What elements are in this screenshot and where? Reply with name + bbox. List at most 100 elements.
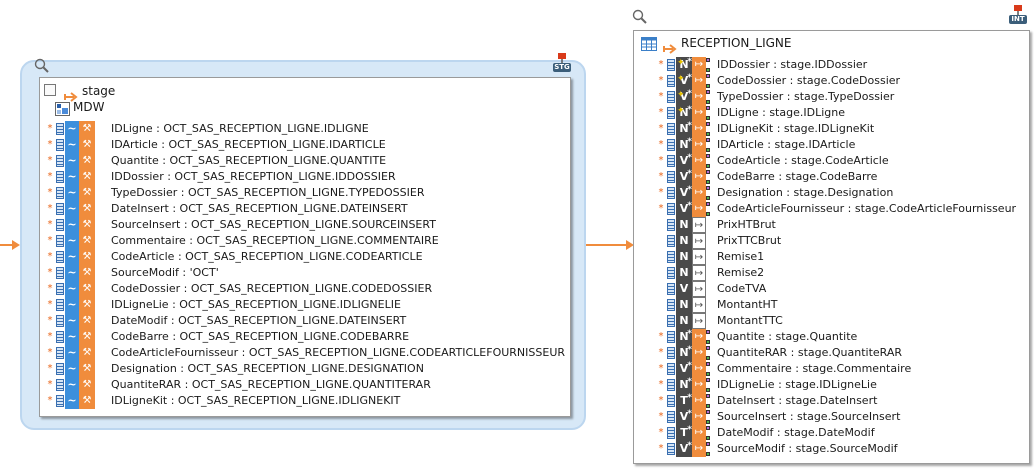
mapping-arrow-icon[interactable]: ↦ [692, 153, 706, 169]
reception-column-row[interactable]: N ↦ Remise1 [657, 249, 764, 265]
stage-column-row[interactable]: * ~ ⚒ Commentaire : OCT_SAS_RECEPTION_LIGNE… [46, 233, 439, 249]
mapping-arrow-icon[interactable]: ↦ [692, 185, 706, 201]
reception-column-row[interactable]: * V * ↦ SourceInsert : stage.SourceInsert [657, 409, 900, 425]
mapping-arrow-icon[interactable]: ↦ [692, 425, 706, 441]
mapping-arrow-icon[interactable]: ↦ [692, 377, 706, 393]
mapping-arrow-icon[interactable]: ↦ [692, 217, 706, 233]
reception-column-row[interactable]: * V ✦ * ↦ TypeDossier : stage.TypeDossier [657, 89, 894, 105]
reception-column-row[interactable]: * V * ↦ SourceModif : stage.SourceModif [657, 441, 898, 457]
stage-column-row[interactable]: * ~ ⚒ TypeDossier : OCT_SAS_RECEPTION_LIGNE… [46, 185, 424, 201]
mapping-arrow-icon[interactable]: ↦ [692, 137, 706, 153]
tilde-icon[interactable]: ~ [65, 265, 79, 281]
stage-column-row[interactable]: * ~ ⚒ DateModif : OCT_SAS_RECEPTION_LIGNE.D… [46, 313, 406, 329]
mapping-arrow-icon[interactable]: ↦ [692, 169, 706, 185]
wrench-icon[interactable]: ⚒ [79, 377, 95, 393]
reception-column-row[interactable]: * V * ↦ Commentaire : stage.Commentaire [657, 361, 911, 377]
mapping-arrow-icon[interactable]: ↦ [692, 121, 706, 137]
reception-column-row[interactable]: * V * ↦ Designation : stage.Designation [657, 185, 893, 201]
wrench-icon[interactable]: ⚒ [79, 121, 95, 137]
tilde-icon[interactable]: ~ [65, 169, 79, 185]
reception-column-row[interactable]: * N ✦ * ↦ IDLigne : stage.IDLigne [657, 105, 845, 121]
reception-column-row[interactable]: N ↦ MontantTTC [657, 313, 783, 329]
stage-column-row[interactable]: * ~ ⚒ CodeDossier : OCT_SAS_RECEPTION_LIGNE… [46, 281, 432, 297]
wrench-icon[interactable]: ⚒ [79, 153, 95, 169]
tilde-icon[interactable]: ~ [65, 217, 79, 233]
magnifier-icon[interactable] [632, 9, 648, 29]
tilde-icon[interactable]: ~ [65, 153, 79, 169]
mapping-arrow-icon[interactable]: ↦ [692, 281, 706, 297]
magnifier-icon[interactable] [34, 58, 50, 78]
wrench-icon[interactable]: ⚒ [79, 361, 95, 377]
tilde-icon[interactable]: ~ [65, 329, 79, 345]
tilde-icon[interactable]: ~ [65, 233, 79, 249]
tilde-icon[interactable]: ~ [65, 121, 79, 137]
stage-column-row[interactable]: * ~ ⚒ IDLigneLie : OCT_SAS_RECEPTION_LIGNE.… [46, 297, 401, 313]
mapping-arrow-icon[interactable]: ↦ [692, 329, 706, 345]
mapping-arrow-icon[interactable]: ↦ [692, 265, 706, 281]
wrench-icon[interactable]: ⚒ [79, 249, 95, 265]
reception-column-row[interactable]: * N * ↦ QuantiteRAR : stage.QuantiteRAR [657, 345, 902, 361]
mapping-arrow-icon[interactable]: ↦ [692, 57, 706, 73]
stage-column-row[interactable]: * ~ ⚒ IDLigneKit : OCT_SAS_RECEPTION_LIGNE.… [46, 393, 400, 409]
mapping-arrow-icon[interactable]: ↦ [692, 249, 706, 265]
stage-column-row[interactable]: * ~ ⚒ CodeBarre : OCT_SAS_RECEPTION_LIGNE.C… [46, 329, 409, 345]
stage-column-row[interactable]: * ~ ⚒ QuantiteRAR : OCT_SAS_RECEPTION_LIGNE… [46, 377, 431, 393]
mapping-arrow-icon[interactable]: ↦ [692, 105, 706, 121]
wrench-icon[interactable]: ⚒ [79, 313, 95, 329]
wrench-icon[interactable]: ⚒ [79, 185, 95, 201]
flag-icons [706, 329, 711, 345]
tilde-icon[interactable]: ~ [65, 393, 79, 409]
column-icon [666, 426, 676, 440]
tilde-icon[interactable]: ~ [65, 201, 79, 217]
reception-column-row[interactable]: * V * ↦ CodeArticleFournisseur : stage.CodeA… [657, 201, 1016, 217]
tilde-icon[interactable]: ~ [65, 345, 79, 361]
mapping-arrow-icon[interactable]: ↦ [692, 409, 706, 425]
tilde-icon[interactable]: ~ [65, 377, 79, 393]
mapping-arrow-icon[interactable]: ↦ [692, 297, 706, 313]
mapping-arrow-icon[interactable]: ↦ [692, 201, 706, 217]
stage-column-row[interactable]: * ~ ⚒ IDLigne : OCT_SAS_RECEPTION_LIGNE.IDL… [46, 121, 369, 137]
mapping-arrow-icon[interactable]: ↦ [692, 393, 706, 409]
mapping-arrow-icon[interactable]: ↦ [692, 345, 706, 361]
wrench-icon[interactable]: ⚒ [79, 265, 95, 281]
reception-column-row[interactable]: N ↦ Remise2 [657, 265, 764, 281]
reception-column-row[interactable]: V ↦ CodeTVA [657, 281, 766, 297]
wrench-icon[interactable]: ⚒ [79, 329, 95, 345]
wrench-icon[interactable]: ⚒ [79, 393, 95, 409]
wrench-icon[interactable]: ⚒ [79, 281, 95, 297]
wrench-icon[interactable]: ⚒ [79, 169, 95, 185]
stage-column-row[interactable]: * ~ ⚒ Quantite : OCT_SAS_RECEPTION_LIGNE.QU… [46, 153, 386, 169]
reception-column-row[interactable]: N ↦ PrixHTBrut [657, 217, 776, 233]
mapping-arrow-icon[interactable]: ↦ [692, 233, 706, 249]
wrench-icon[interactable]: ⚒ [79, 217, 95, 233]
tilde-icon[interactable]: ~ [65, 361, 79, 377]
wrench-icon[interactable]: ⚒ [79, 233, 95, 249]
wrench-icon[interactable]: ⚒ [79, 297, 95, 313]
mapping-arrow-icon[interactable]: ↦ [692, 361, 706, 377]
reception-column-row[interactable]: * V ✦ * ↦ CodeDossier : stage.CodeDossier [657, 73, 900, 89]
stage-column-row[interactable]: * ~ ⚒ CodeArticleFournisseur : OCT_SAS_RECE… [46, 345, 565, 361]
stage-column-row[interactable]: * ~ ⚒ IDArticle : OCT_SAS_RECEPTION_LIGNE.I… [46, 137, 386, 153]
mapping-arrow-icon[interactable]: ↦ [692, 313, 706, 329]
mapping-arrow-icon[interactable]: ↦ [692, 441, 706, 457]
stage-column-row[interactable]: * ~ ⚒ SourceInsert : OCT_SAS_RECEPTION_LIGN… [46, 217, 436, 233]
stage-column-row[interactable]: * ~ ⚒ DateInsert : OCT_SAS_RECEPTION_LIGNE.… [46, 201, 408, 217]
tilde-icon[interactable]: ~ [65, 249, 79, 265]
wrench-icon[interactable]: ⚒ [79, 345, 95, 361]
stage-column-row[interactable]: * ~ ⚒ IDDossier : OCT_SAS_RECEPTION_LIGNE.I… [46, 169, 396, 185]
tilde-icon[interactable]: ~ [65, 185, 79, 201]
reception-column-row[interactable]: N ↦ MontantHT [657, 297, 778, 313]
stage-column-row[interactable]: * ~ ⚒ Designation : OCT_SAS_RECEPTION_LIGNE… [46, 361, 424, 377]
tilde-icon[interactable]: ~ [65, 297, 79, 313]
mapping-arrow-icon[interactable]: ↦ [692, 89, 706, 105]
wrench-icon[interactable]: ⚒ [79, 137, 95, 153]
tilde-icon[interactable]: ~ [65, 281, 79, 297]
stage-column-row[interactable]: * ~ ⚒ CodeArticle : OCT_SAS_RECEPTION_LIGNE… [46, 249, 423, 265]
tilde-icon[interactable]: ~ [65, 313, 79, 329]
column-icon [666, 394, 676, 408]
reception-column-row[interactable]: N ↦ PrixTTCBrut [657, 233, 781, 249]
stage-column-row[interactable]: * ~ ⚒ SourceModif : 'OCT' [46, 265, 219, 281]
wrench-icon[interactable]: ⚒ [79, 201, 95, 217]
tilde-icon[interactable]: ~ [65, 137, 79, 153]
mapping-arrow-icon[interactable]: ↦ [692, 73, 706, 89]
